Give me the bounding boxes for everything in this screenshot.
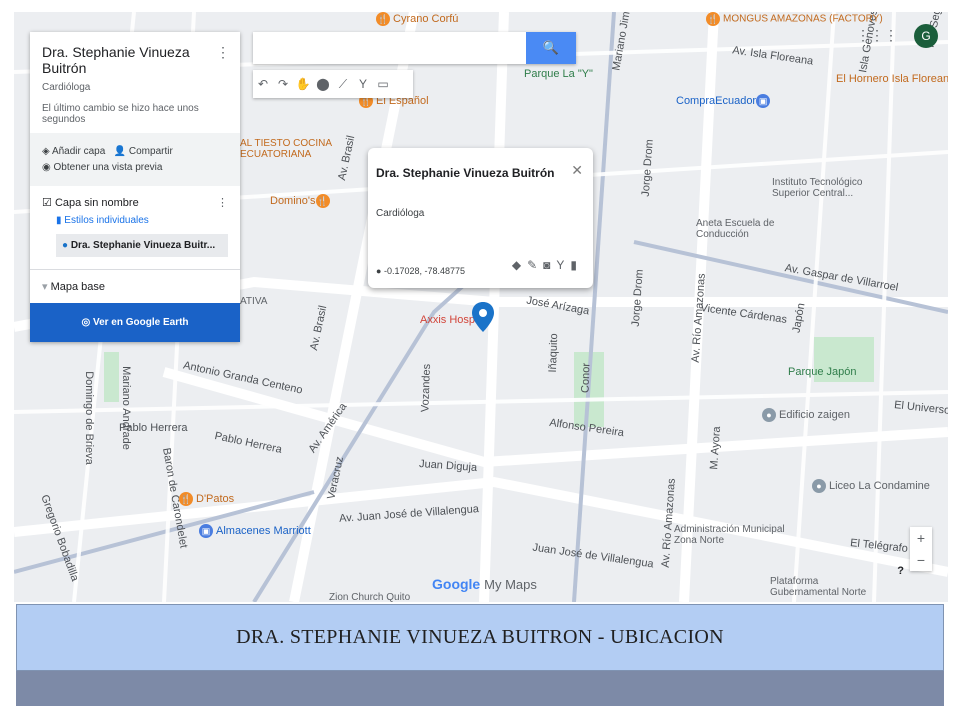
panel-actions: ◈ Añadir capa 👤 Compartir ◉ Obtener una … (30, 133, 240, 186)
poi-plataforma[interactable]: Plataforma Gubernamental Norte (770, 576, 880, 598)
restaurant-icon: 🍴 (706, 12, 720, 26)
location-icon: ● (376, 266, 382, 276)
poi-zaigen[interactable]: ● Edificio zaigen (762, 408, 850, 422)
add-marker-icon[interactable]: ⬤ (313, 77, 333, 91)
street-label: Vozandes (419, 363, 434, 413)
street-label: Mariano Andrade (119, 366, 132, 450)
poi-dominos[interactable]: Domino's🍴 (270, 194, 333, 208)
delete-icon[interactable]: ▮ (570, 258, 583, 272)
popup-actions: ◆✎◙Y▮ (512, 258, 583, 272)
poi-mongus[interactable]: 🍴 MONGUS AMAZONAS (FACTORY) (706, 12, 883, 26)
zoom-out-button[interactable]: − (910, 549, 932, 571)
styles-link[interactable]: ▮ Estilos individuales (56, 215, 228, 226)
search-box: 🔍 (253, 32, 576, 64)
poi-cyrano[interactable]: 🍴 Cyrano Corfú (376, 12, 458, 26)
restaurant-icon: 🍴 (179, 492, 193, 506)
layer-options-icon[interactable]: ⋮ (217, 196, 228, 209)
basemap-toggle[interactable]: ▾ Mapa base (30, 269, 240, 303)
map-description[interactable]: Cardióloga (42, 82, 228, 93)
poi-el-hornero[interactable]: El Hornero Isla Floreana🍴 (836, 72, 948, 86)
search-button[interactable]: 🔍 (526, 32, 576, 64)
poi-dpatos[interactable]: 🍴 D'Patos (179, 492, 234, 506)
search-input[interactable] (261, 32, 525, 64)
restaurant-icon: 🍴 (376, 12, 390, 26)
directions-icon[interactable]: Y (353, 77, 373, 91)
building-icon: ● (762, 408, 776, 422)
undo-icon[interactable]: ↶ (253, 77, 273, 91)
eye-icon: ◉ (42, 162, 51, 173)
map-title[interactable]: Dra. Stephanie Vinueza Buitrón (42, 44, 228, 76)
slide-title: DRA. STEPHANIE VINUEZA BUITRON - UBICACI… (16, 604, 944, 671)
share-icon: 👤 (113, 146, 127, 157)
add-layer-button[interactable]: ◈ Añadir capa 👤 Compartir (42, 146, 228, 157)
shopping-icon: ▣ (756, 94, 771, 108)
poi-aneta[interactable]: Aneta Escuela de Conducción (696, 218, 776, 240)
popup-description: Cardióloga (376, 208, 425, 219)
layer-section: ☑ Capa sin nombre ⋮ ▮ Estilos individual… (30, 186, 240, 269)
zoom-controls: + − (910, 527, 932, 571)
earth-icon: ◎ (81, 317, 91, 328)
poi-zion[interactable]: Zion Church Quito (329, 592, 410, 602)
popup-title: Dra. Stephanie Vinueza Buitrón (376, 166, 555, 180)
more-options-icon[interactable]: ⋮ (216, 44, 230, 61)
school-icon: ● (812, 479, 826, 493)
selected-marker-icon[interactable] (472, 302, 494, 332)
poi-ativa[interactable]: ATIVA (240, 296, 267, 307)
poi-compraecuador[interactable]: CompraEcuador ▣ (676, 94, 773, 108)
camera-icon[interactable]: ◙ (543, 258, 556, 272)
search-icon: 🔍 (542, 40, 560, 55)
share-button[interactable]: Compartir (129, 146, 173, 157)
restaurant-icon: 🍴 (315, 194, 330, 208)
poi-parque-japon[interactable]: Parque Japón (788, 366, 857, 378)
poi-administracion[interactable]: Administración Municipal Zona Norte (674, 524, 794, 546)
feature-item[interactable]: ● Dra. Stephanie Vinueza Buitr... (56, 234, 228, 257)
zoom-in-button[interactable]: + (910, 527, 932, 549)
popup-coordinates: ● -0.17028, -78.48775 (376, 266, 466, 276)
street-label: Domingo de Brieva (82, 371, 95, 465)
place-marker-icon: ● (62, 240, 69, 251)
style-icon[interactable]: ◆ (512, 258, 527, 272)
google-mymaps-logo: Google My Maps (432, 576, 537, 592)
paint-roller-icon: ▮ (56, 215, 62, 226)
drawing-tools: ↶ ↷ ✋ ⬤ ⟋ Y ▭ (253, 70, 413, 98)
panel-header: Dra. Stephanie Vinueza Buitrón Cardiólog… (30, 32, 240, 133)
slide-footer-bar (16, 671, 944, 706)
account-avatar[interactable]: G (914, 24, 938, 48)
ruler-icon[interactable]: ▭ (373, 77, 393, 91)
google-earth-button[interactable]: ◎ Ver en Google Earth (30, 303, 240, 342)
edit-icon[interactable]: ✎ (527, 258, 543, 272)
place-info-popup: Dra. Stephanie Vinueza Buitrón ✕ Cardiól… (368, 148, 593, 288)
poi-liceo[interactable]: ● Liceo La Condamine (812, 479, 930, 493)
close-icon[interactable]: ✕ (571, 162, 583, 179)
draw-line-icon[interactable]: ⟋ (333, 77, 353, 92)
map-toolbar: 🔍 ↶ ↷ ✋ ⬤ ⟋ Y ▭ (253, 32, 576, 98)
poi-instituto[interactable]: Instituto Tecnológico Superior Central..… (772, 177, 892, 199)
street-label: Conor (579, 362, 593, 394)
layers-icon: ◈ (42, 146, 50, 157)
map-side-panel: Dra. Stephanie Vinueza Buitrón Cardiólog… (30, 32, 240, 342)
preview-button[interactable]: ◉ Obtener una vista previa (42, 162, 228, 173)
help-icon[interactable]: ? (897, 565, 904, 577)
checkbox-checked-icon[interactable]: ☑ (42, 197, 52, 209)
layer-toggle[interactable]: ☑ Capa sin nombre (42, 196, 228, 209)
poi-al-tiesto[interactable]: AL TIESTO COCINA ECUATORIANA (240, 138, 335, 160)
hand-icon[interactable]: ✋ (293, 77, 313, 91)
redo-icon[interactable]: ↷ (273, 77, 293, 91)
poi-marriott[interactable]: ▣ Almacenes Marriott (199, 524, 311, 538)
save-status: El último cambio se hizo hace unos segun… (42, 103, 199, 125)
chevron-down-icon: ▾ (42, 281, 48, 293)
directions-icon[interactable]: Y (556, 258, 570, 272)
shopping-icon: ▣ (199, 524, 213, 538)
street-label: Iñaquito (546, 333, 561, 373)
apps-grid-icon[interactable]: ⋮⋮⋮ (856, 27, 898, 44)
